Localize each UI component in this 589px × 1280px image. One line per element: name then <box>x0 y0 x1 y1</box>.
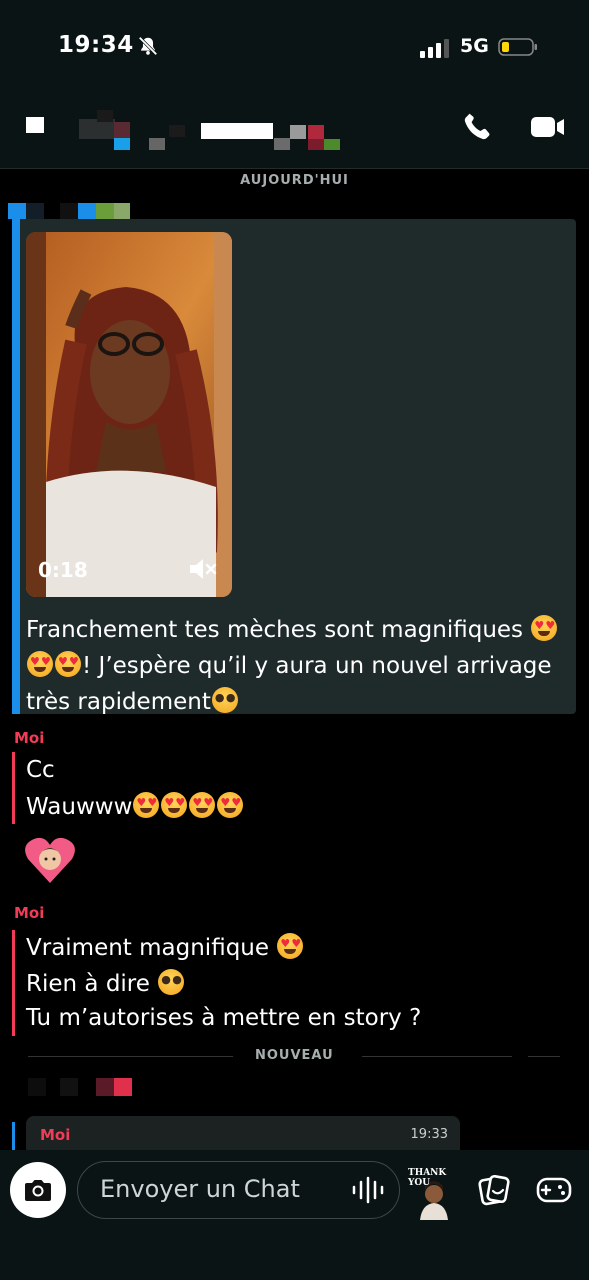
sticker-caption: THANK YOU <box>408 1168 447 1188</box>
sticker-icon[interactable] <box>476 1172 512 1208</box>
chat-input-placeholder: Envoyer un Chat <box>100 1175 300 1203</box>
chat-message[interactable]: Wauwww ♥ ♥ ♥ ♥ ♥ ♥ ♥ ♥ <box>26 789 244 825</box>
quoted-sender: Moi <box>40 1126 71 1144</box>
status-time: 19:34 <box>58 32 134 58</box>
chat-header <box>0 90 589 169</box>
muted-bell-icon <box>138 36 158 56</box>
pleading-face-emoji: ● ● <box>211 687 238 713</box>
mute-icon[interactable] <box>188 556 218 582</box>
chat-message[interactable]: Rien à dire ● ● <box>26 966 185 1002</box>
heart-eyes-emoji: ♥ ♥ <box>217 792 244 818</box>
status-bar: 19:34 5G <box>0 0 589 90</box>
sender-indicator-bar <box>12 219 20 714</box>
signal-icon <box>420 39 449 58</box>
camera-button[interactable] <box>10 1162 66 1218</box>
separator-line <box>528 1056 560 1057</box>
face-with-hand-over-mouth-emoji: ● ● <box>158 969 185 995</box>
caption-line: très rapidement ● ● <box>26 684 566 720</box>
date-separator: AUJOURD'HUI <box>240 173 349 188</box>
caption-line: ♥ ♥ ♥ ♥! J’espère qu’il y aura un nouvel ar… <box>26 648 566 684</box>
video-call-icon[interactable] <box>530 112 566 142</box>
new-separator-label: NOUVEAU <box>255 1048 334 1063</box>
heart-eyes-emoji: ♥ ♥ <box>161 792 188 818</box>
contact-name-redacted[interactable] <box>24 110 354 150</box>
my-message-bar <box>12 930 15 1036</box>
chat-message[interactable]: Tu m’autorises à mettre en story ? <box>26 1000 421 1036</box>
heart-eyes-emoji: ♥ ♥ <box>531 615 558 641</box>
bitmoji-sticker-button[interactable]: THANK YOU <box>406 1168 462 1220</box>
sender-label-me: Moi <box>14 904 45 922</box>
heart-eyes-emoji: ♥ ♥ <box>133 792 160 818</box>
my-message-bar <box>12 752 15 824</box>
voice-note-icon[interactable] <box>351 1176 385 1204</box>
heart-eyes-emoji: ♥ ♥ <box>189 792 216 818</box>
media-caption: Franchement tes mèches sont magnifiques … <box>26 612 566 720</box>
chat-input[interactable]: Envoyer un Chat <box>77 1161 400 1219</box>
sender-name-redacted <box>8 203 130 219</box>
separator-line <box>28 1056 233 1057</box>
separator-line <box>362 1056 512 1057</box>
sender-name-redacted <box>28 1078 132 1096</box>
battery-icon <box>498 38 537 56</box>
reply-indicator-bar <box>12 1122 15 1150</box>
camera-icon <box>25 1180 51 1201</box>
quoted-timestamp: 19:33 <box>410 1127 448 1142</box>
network-type: 5G <box>460 35 489 57</box>
sender-label-me: Moi <box>14 729 45 747</box>
heart-eyes-emoji: ♥ ♥ <box>277 933 304 959</box>
call-icon[interactable] <box>460 110 494 144</box>
chat-message[interactable]: Vraiment magnifique ♥ ♥ <box>26 930 304 966</box>
video-duration: 0:18 <box>38 558 88 582</box>
heart-eyes-emoji: ♥ ♥ <box>55 651 81 677</box>
heart-eyes-emoji: ♥ ♥ <box>27 651 53 677</box>
caption-line: Franchement tes mèches sont magnifiques … <box>26 612 566 648</box>
bitmoji-heart-sticker[interactable] <box>24 835 76 885</box>
games-icon[interactable] <box>536 1174 572 1206</box>
video-thumbnail[interactable] <box>26 232 232 597</box>
chat-message[interactable]: Cc <box>26 752 55 788</box>
